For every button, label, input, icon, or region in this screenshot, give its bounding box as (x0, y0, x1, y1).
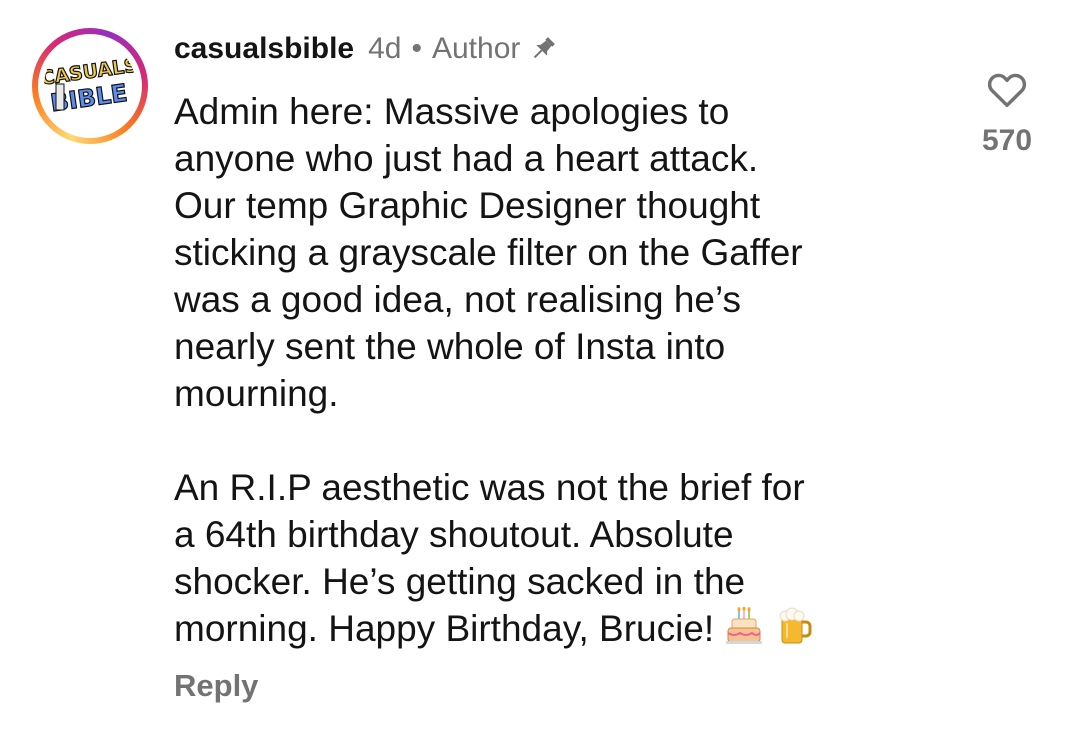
comment-paragraph-2-text: An R.I.P aesthetic was not the brief for… (174, 467, 805, 649)
comment-time: 4d (368, 32, 402, 65)
pin-icon (528, 34, 558, 64)
comment-paragraph-2: An R.I.P aesthetic was not the brief for… (174, 464, 964, 652)
username-link[interactable]: casualsbible (174, 32, 354, 66)
heart-icon[interactable] (984, 66, 1030, 112)
avatar[interactable]: CASUALS BIBLE (32, 28, 148, 144)
reply-button[interactable]: Reply (174, 668, 258, 704)
birthday-cake-emoji (724, 606, 764, 647)
casuals-bible-logo: CASUALS BIBLE (44, 40, 136, 132)
separator-dot: • (411, 32, 422, 65)
beer-mug-emoji (774, 607, 814, 647)
comment-body: Admin here: Massive apologies to anyone … (174, 88, 964, 652)
like-count: 570 (981, 124, 1033, 157)
author-badge: Author (431, 32, 521, 65)
avatar-inner: CASUALS BIBLE (38, 34, 142, 138)
comment-header: casualsbible 4d • Author (174, 28, 558, 70)
comment-paragraph-1: Admin here: Massive apologies to anyone … (174, 91, 803, 414)
